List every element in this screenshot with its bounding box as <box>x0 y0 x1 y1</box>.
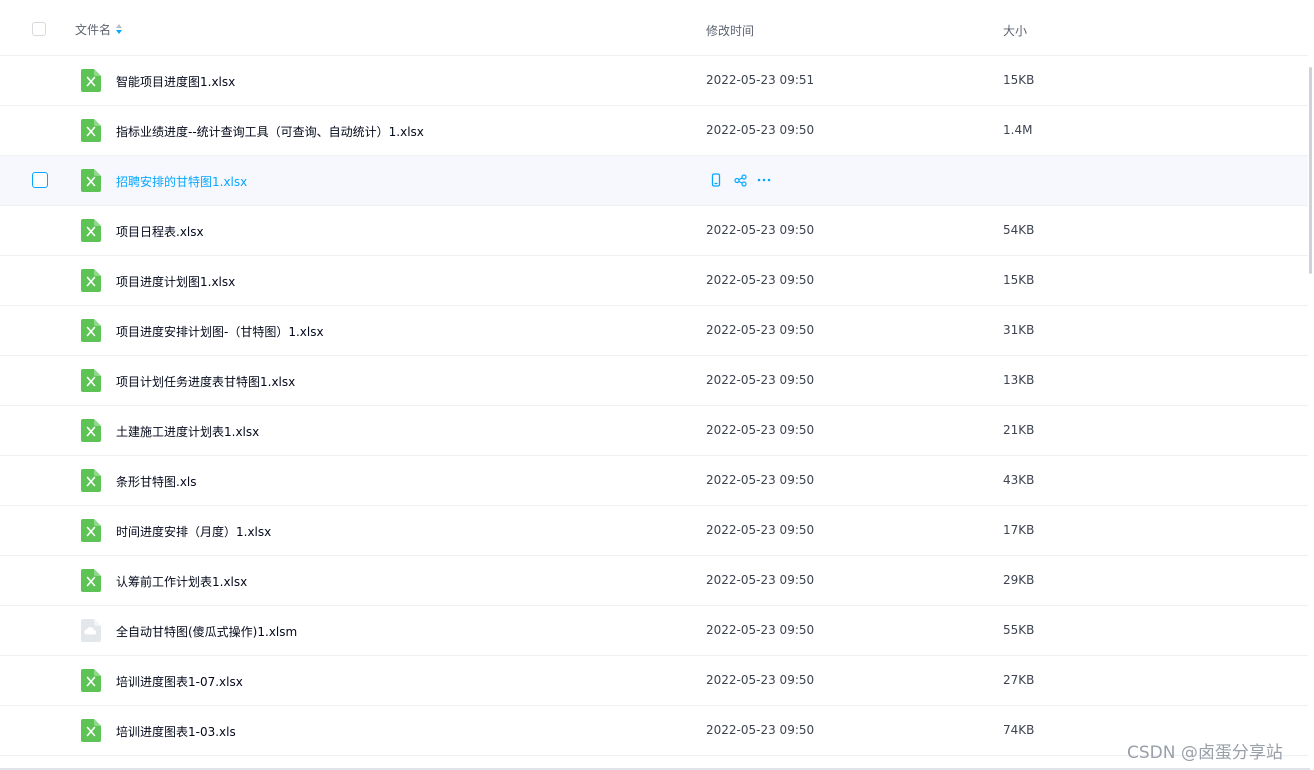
excel-file-icon <box>81 119 101 142</box>
file-name[interactable]: 项目进度计划图1.xlsx <box>116 273 235 290</box>
excel-file-icon <box>81 269 101 292</box>
file-modified-time: 2022-05-23 09:50 <box>706 473 815 487</box>
file-modified-time: 2022-05-23 09:50 <box>706 573 815 587</box>
excel-file-icon <box>81 169 101 192</box>
excel-file-icon <box>81 219 101 242</box>
excel-file-icon <box>81 519 101 542</box>
file-modified-time: 2022-05-23 09:50 <box>706 123 815 137</box>
file-name[interactable]: 招聘安排的甘特图1.xlsx <box>116 173 247 190</box>
file-size: 1.4M <box>1003 123 1033 137</box>
file-size: 43KB <box>1003 473 1035 487</box>
file-row[interactable]: 培训进度图表1-07.xlsx 2022-05-23 09:50 27KB <box>0 656 1308 706</box>
excel-file-icon <box>81 369 101 392</box>
file-size: 31KB <box>1003 323 1035 337</box>
file-size: 13KB <box>1003 373 1035 387</box>
excel-file-icon <box>81 69 101 92</box>
file-name[interactable]: 条形甘特图.xls <box>116 473 197 490</box>
watermark: CSDN @卤蛋分享站 <box>1127 743 1283 763</box>
file-table-body: 智能项目进度图1.xlsx 2022-05-23 09:51 15KB 指标业绩进度-… <box>0 56 1308 756</box>
file-row[interactable]: 认筹前工作计划表1.xlsx 2022-05-23 09:50 29KB <box>0 556 1308 606</box>
file-table-header: 文件名 修改时间 大小 <box>0 0 1308 56</box>
file-name[interactable]: 指标业绩进度--统计查询工具（可查询、自动统计）1.xlsx <box>116 123 424 140</box>
excel-file-icon <box>81 469 101 492</box>
file-name[interactable]: 培训进度图表1-07.xlsx <box>116 673 243 690</box>
file-modified-time: 2022-05-23 09:50 <box>706 523 815 537</box>
file-name[interactable]: 项目日程表.xlsx <box>116 223 204 240</box>
file-size: 21KB <box>1003 423 1035 437</box>
sort-icon[interactable] <box>116 24 123 35</box>
file-name[interactable]: 全自动甘特图(傻瓜式操作)1.xlsm <box>116 623 297 640</box>
file-name[interactable]: 项目进度安排计划图-（甘特图）1.xlsx <box>116 323 324 340</box>
file-row[interactable]: 时间进度安排（月度）1.xlsx 2022-05-23 09:50 17KB <box>0 506 1308 556</box>
scrollbar-thumb[interactable] <box>1309 67 1312 274</box>
file-row[interactable]: 项目进度计划图1.xlsx 2022-05-23 09:50 15KB <box>0 256 1308 306</box>
file-name[interactable]: 智能项目进度图1.xlsx <box>116 73 235 90</box>
column-header-name[interactable]: 文件名 <box>75 21 123 38</box>
file-name[interactable]: 培训进度图表1-03.xls <box>116 723 236 740</box>
file-modified-time: 2022-05-23 09:50 <box>706 623 815 637</box>
file-modified-time: 2022-05-23 09:50 <box>706 373 815 387</box>
file-row[interactable]: 条形甘特图.xls 2022-05-23 09:50 43KB <box>0 456 1308 506</box>
file-row[interactable]: 项目日程表.xlsx 2022-05-23 09:50 54KB <box>0 206 1308 256</box>
column-header-size[interactable]: 大小 <box>1003 22 1027 39</box>
file-size: 54KB <box>1003 223 1035 237</box>
file-row[interactable]: 招聘安排的甘特图1.xlsx <box>0 156 1308 206</box>
column-header-time[interactable]: 修改时间 <box>706 22 754 39</box>
column-header-name-label: 文件名 <box>75 23 112 37</box>
file-size: 27KB <box>1003 673 1035 687</box>
select-all-checkbox[interactable] <box>32 22 46 36</box>
file-row[interactable]: 项目进度安排计划图-（甘特图）1.xlsx 2022-05-23 09:50 31K… <box>0 306 1308 356</box>
excel-file-icon <box>81 319 101 342</box>
file-name[interactable]: 项目计划任务进度表甘特图1.xlsx <box>116 373 295 390</box>
excel-file-icon <box>81 669 101 692</box>
file-row[interactable]: 全自动甘特图(傻瓜式操作)1.xlsm 2022-05-23 09:50 55KB <box>0 606 1308 656</box>
file-row[interactable]: 土建施工进度计划表1.xlsx 2022-05-23 09:50 21KB <box>0 406 1308 456</box>
file-modified-time: 2022-05-23 09:50 <box>706 273 815 287</box>
file-row[interactable]: 项目计划任务进度表甘特图1.xlsx 2022-05-23 09:50 13KB <box>0 356 1308 406</box>
file-row[interactable]: 指标业绩进度--统计查询工具（可查询、自动统计）1.xlsx 2022-05-23… <box>0 106 1308 156</box>
file-name[interactable]: 认筹前工作计划表1.xlsx <box>116 573 247 590</box>
file-modified-time: 2022-05-23 09:50 <box>706 323 815 337</box>
excel-file-icon <box>81 719 101 742</box>
file-modified-time: 2022-05-23 09:50 <box>706 673 815 687</box>
more-icon[interactable] <box>756 172 772 188</box>
share-icon[interactable] <box>732 172 748 188</box>
file-modified-time: 2022-05-23 09:50 <box>706 223 815 237</box>
unknown-file-icon <box>81 619 101 642</box>
file-name[interactable]: 时间进度安排（月度）1.xlsx <box>116 523 271 540</box>
excel-file-icon <box>81 419 101 442</box>
file-modified-time: 2022-05-23 09:51 <box>706 73 815 87</box>
file-size: 17KB <box>1003 523 1035 537</box>
file-list-page: 文件名 修改时间 大小 智能项目进度图1.xlsx 2022-05-23 09:5… <box>0 0 1314 770</box>
file-modified-time: 2022-05-23 09:50 <box>706 423 815 437</box>
excel-file-icon <box>81 569 101 592</box>
file-row-checkbox[interactable] <box>32 172 48 188</box>
file-row[interactable]: 培训进度图表1-03.xls 2022-05-23 09:50 74KB <box>0 706 1308 756</box>
file-row[interactable]: 智能项目进度图1.xlsx 2022-05-23 09:51 15KB <box>0 56 1308 106</box>
file-size: 15KB <box>1003 73 1035 87</box>
file-name[interactable]: 土建施工进度计划表1.xlsx <box>116 423 259 440</box>
row-actions <box>708 172 780 188</box>
file-modified-time: 2022-05-23 09:50 <box>706 723 815 737</box>
phone-icon[interactable] <box>708 172 724 188</box>
file-size: 29KB <box>1003 573 1035 587</box>
file-size: 15KB <box>1003 273 1035 287</box>
file-size: 74KB <box>1003 723 1035 737</box>
file-size: 55KB <box>1003 623 1035 637</box>
